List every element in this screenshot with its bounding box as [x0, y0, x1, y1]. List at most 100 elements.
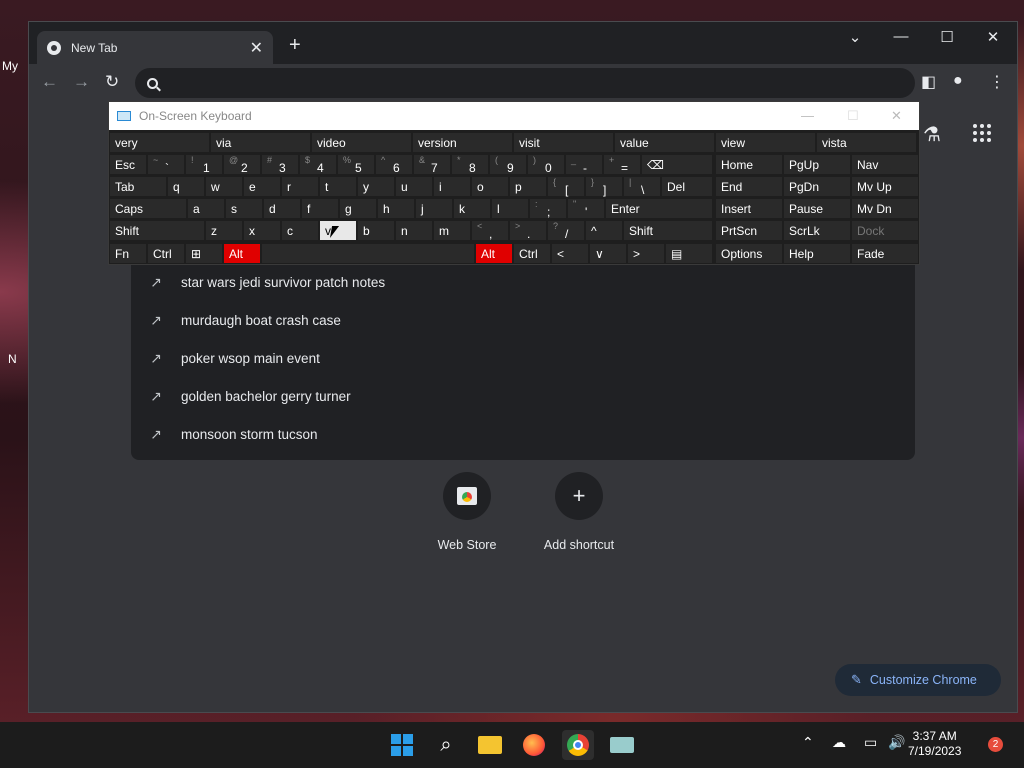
osk-prediction[interactable]: via — [210, 132, 311, 153]
osk-key[interactable]: g — [339, 198, 377, 219]
labs-flask-icon[interactable]: ⚗ — [923, 122, 941, 147]
osk-key[interactable]: + = — [603, 154, 641, 175]
osk-key[interactable]: ⊞ — [185, 243, 223, 264]
osk-nav-key[interactable]: Insert — [715, 198, 783, 219]
google-apps-icon[interactable] — [973, 124, 991, 142]
osk-key[interactable]: c — [281, 220, 319, 241]
osk-nav-key[interactable]: Mv Dn — [851, 198, 919, 219]
osk-key[interactable]: t — [319, 176, 357, 197]
close-window-button[interactable]: ✕ — [978, 28, 1008, 46]
search-button[interactable]: ⌕ — [430, 730, 462, 760]
suggestion-item[interactable]: ↗ monsoon storm tucson — [131, 415, 915, 453]
osk-nav-key[interactable]: End — [715, 176, 783, 197]
osk-key[interactable]: f — [301, 198, 339, 219]
osk-key[interactable]: z — [205, 220, 243, 241]
osk-nav-key[interactable]: ScrLk — [783, 220, 851, 241]
suggestion-item[interactable]: ↗ golden bachelor gerry turner — [131, 377, 915, 415]
firefox-icon[interactable] — [518, 730, 550, 760]
osk-key[interactable]: i — [433, 176, 471, 197]
chrome-taskbar-icon[interactable] — [562, 730, 594, 760]
osk-prediction[interactable]: visit — [513, 132, 614, 153]
osk-key[interactable]: l — [491, 198, 529, 219]
osk-prediction[interactable]: very — [109, 132, 210, 153]
osk-nav-key[interactable]: Mv Up — [851, 176, 919, 197]
osk-key[interactable]: Ctrl — [513, 243, 551, 264]
notification-badge[interactable]: 2 — [988, 737, 1003, 752]
osk-nav-key[interactable]: Dock — [851, 220, 919, 241]
shortcut-add[interactable]: + Add shortcut — [524, 472, 634, 552]
osk-minimize-button[interactable]: — — [801, 108, 814, 123]
osk-nav-key[interactable]: Help — [783, 243, 851, 264]
osk-key[interactable]: n — [395, 220, 433, 241]
osk-key[interactable]: ! 1 — [185, 154, 223, 175]
osk-nav-key[interactable]: Pause — [783, 198, 851, 219]
osk-nav-key[interactable]: Options — [715, 243, 783, 264]
osk-key[interactable]: Ctrl — [147, 243, 185, 264]
osk-key[interactable]: p — [509, 176, 547, 197]
onedrive-icon[interactable]: ☁ — [832, 734, 846, 751]
osk-key[interactable]: m — [433, 220, 471, 241]
forward-icon[interactable]: → — [73, 72, 90, 92]
osk-key[interactable]: * 8 — [451, 154, 489, 175]
osk-key[interactable]: & 7 — [413, 154, 451, 175]
osk-nav-key[interactable]: Home — [715, 154, 783, 175]
tab-search-icon[interactable]: ⌄ — [840, 28, 870, 46]
suggestion-item[interactable]: ↗ murdaugh boat crash case — [131, 301, 915, 339]
omnibox[interactable] — [135, 68, 915, 98]
osk-key[interactable]: | \ — [623, 176, 661, 197]
suggestion-item[interactable]: ↗ star wars jedi survivor patch notes — [131, 263, 915, 301]
osk-key[interactable]: ⌫ — [641, 154, 713, 175]
osk-key[interactable]: b — [357, 220, 395, 241]
osk-key[interactable]: ^ — [585, 220, 623, 241]
shortcut-web-store[interactable]: Web Store — [412, 472, 522, 552]
osk-nav-key[interactable]: PgUp — [783, 154, 851, 175]
osk-key[interactable]: < — [551, 243, 589, 264]
side-panel-icon[interactable]: ◧ — [921, 72, 936, 92]
osk-key[interactable]: @2 — [223, 154, 261, 175]
osk-key[interactable]: q — [167, 176, 205, 197]
osk-key[interactable]: Caps — [109, 198, 187, 219]
osk-key[interactable]: r — [281, 176, 319, 197]
osk-key[interactable] — [261, 243, 475, 264]
desktop-icon-label[interactable]: My — [2, 59, 18, 73]
osk-key[interactable]: :; — [529, 198, 567, 219]
suggestion-item[interactable]: ↗ poker wsop main event — [131, 339, 915, 377]
osk-key[interactable]: k — [453, 198, 491, 219]
file-explorer-icon[interactable] — [474, 730, 506, 760]
osk-nav-key[interactable]: PgDn — [783, 176, 851, 197]
chevron-up-icon[interactable]: ⌃ — [802, 734, 814, 751]
osk-key[interactable]: Alt — [475, 243, 513, 264]
osk-key[interactable]: <, — [471, 220, 509, 241]
osk-nav-key[interactable]: PrtScn — [715, 220, 783, 241]
osk-key[interactable]: #3 — [261, 154, 299, 175]
osk-key[interactable]: e — [243, 176, 281, 197]
customize-chrome-button[interactable]: ✎ Customize Chrome — [835, 664, 1001, 696]
new-tab-button[interactable]: + — [289, 34, 301, 57]
desktop-icon-label[interactable]: N — [8, 352, 17, 366]
osk-key[interactable]: j — [415, 198, 453, 219]
osk-key[interactable]: x — [243, 220, 281, 241]
osk-key[interactable]: >. — [509, 220, 547, 241]
osk-key[interactable]: ? / — [547, 220, 585, 241]
osk-key[interactable]: o — [471, 176, 509, 197]
profile-icon[interactable]: ● — [953, 72, 963, 90]
osk-maximize-button[interactable]: ☐ — [847, 108, 859, 124]
osk-close-button[interactable]: ✕ — [891, 108, 902, 124]
osk-key[interactable]: w — [205, 176, 243, 197]
clock[interactable]: 3:37 AM 7/19/2023 — [908, 729, 961, 759]
minimize-button[interactable]: — — [886, 28, 916, 45]
osk-key[interactable]: _ - — [565, 154, 603, 175]
osk-key[interactable]: Shift — [109, 220, 205, 241]
osk-key[interactable]: Fn — [109, 243, 147, 264]
osk-key[interactable]: ~ ` — [147, 154, 185, 175]
osk-prediction[interactable]: value — [614, 132, 715, 153]
osk-key[interactable]: {[ — [547, 176, 585, 197]
menu-icon[interactable]: ⋮ — [989, 72, 1005, 92]
back-icon[interactable]: ← — [41, 72, 58, 92]
close-tab-icon[interactable]: ✕ — [250, 38, 263, 58]
reload-icon[interactable]: ↻ — [105, 72, 119, 92]
osk-key[interactable]: Del — [661, 176, 713, 197]
osk-key[interactable]: ^ 6 — [375, 154, 413, 175]
osk-nav-key[interactable]: Nav — [851, 154, 919, 175]
osk-key[interactable]: a — [187, 198, 225, 219]
